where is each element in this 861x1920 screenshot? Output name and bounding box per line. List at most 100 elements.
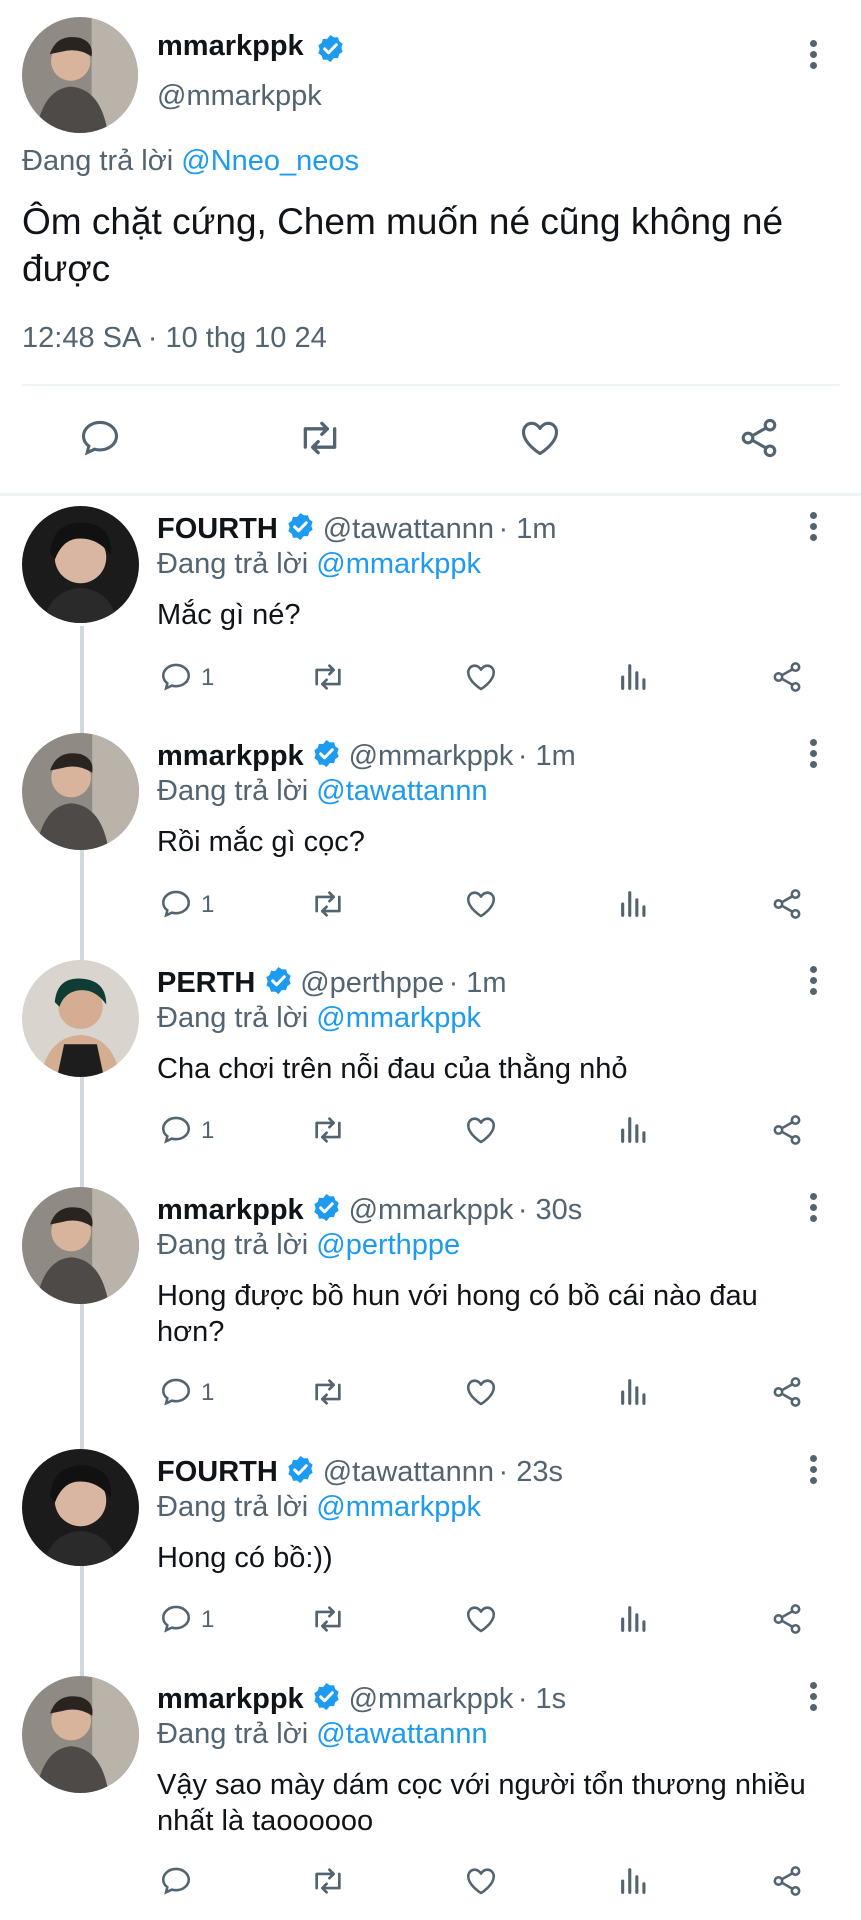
share-icon[interactable] (770, 1864, 804, 1898)
share-icon[interactable] (737, 416, 781, 460)
tweet-timestamp[interactable]: 12:48 SA · 10 thg 10 24 (22, 322, 327, 355)
reply-prefix: Đang trả lời (22, 145, 174, 177)
analytics-icon[interactable] (617, 887, 651, 921)
like-icon[interactable] (464, 887, 498, 921)
author-handle[interactable]: @mmarkppk (157, 80, 322, 113)
author-name[interactable]: PERTH (157, 967, 255, 999)
reply-prefix: Đang trả lời (157, 1718, 309, 1750)
analytics-icon[interactable] (617, 1602, 651, 1636)
avatar[interactable] (22, 960, 139, 1077)
reply-context: Đang trả lời @mmarkppk (157, 1491, 481, 1524)
analytics-icon[interactable] (617, 1375, 651, 1409)
more-options-icon[interactable] (803, 1451, 823, 1491)
reply-to-link[interactable]: @mmarkppk (316, 1002, 481, 1034)
avatar[interactable] (22, 506, 139, 623)
verified-icon (311, 1192, 342, 1228)
reply-context: Đang trả lời @tawattannn (157, 1718, 488, 1751)
more-options-icon[interactable] (803, 508, 823, 548)
verified-icon (311, 1681, 342, 1717)
reply-icon[interactable] (159, 660, 193, 694)
retweet-icon[interactable] (309, 1375, 347, 1409)
author-handle[interactable]: @mmarkppk (349, 1683, 514, 1715)
author-name[interactable]: mmarkppk (157, 1683, 304, 1715)
tweet-text: Cha chơi trên nỗi đau của thằng nhỏ (157, 1053, 628, 1085)
tweet-time[interactable]: · 23s (499, 1456, 563, 1488)
reply-count: 1 (201, 1606, 215, 1633)
author-name[interactable]: mmarkppk (157, 1194, 304, 1226)
reply-to-link[interactable]: @mmarkppk (316, 1491, 481, 1523)
reply-count: 1 (201, 664, 215, 691)
share-icon[interactable] (770, 660, 804, 694)
retweet-icon[interactable] (309, 1864, 347, 1898)
avatar[interactable] (22, 733, 139, 850)
reply-context: Đang trả lời @mmarkppk (157, 1002, 481, 1035)
tweet-text: Ôm chặt cứng, Chem muốn né cũng không né… (22, 201, 784, 289)
like-icon[interactable] (464, 1602, 498, 1636)
author-name[interactable]: mmarkppk (157, 30, 304, 63)
verified-icon (263, 965, 294, 1001)
analytics-icon[interactable] (617, 1864, 651, 1898)
author-name[interactable]: FOURTH (157, 513, 278, 545)
like-icon[interactable] (464, 1113, 498, 1147)
like-icon[interactable] (518, 416, 562, 460)
reply-context: Đang trả lời @tawattannn (157, 775, 488, 808)
reply-to-link[interactable]: @perthppe (316, 1229, 460, 1261)
more-options-icon[interactable] (803, 1678, 823, 1718)
reply-prefix: Đang trả lời (157, 1229, 309, 1261)
reply-count: 1 (201, 891, 215, 918)
more-options-icon[interactable] (803, 735, 823, 775)
share-icon[interactable] (770, 1602, 804, 1636)
share-icon[interactable] (770, 887, 804, 921)
avatar[interactable] (22, 1187, 139, 1304)
reply-icon[interactable] (159, 1375, 193, 1409)
share-icon[interactable] (770, 1375, 804, 1409)
more-options-icon[interactable] (803, 36, 823, 76)
share-icon[interactable] (770, 1113, 804, 1147)
author-handle[interactable]: @mmarkppk (349, 1194, 514, 1226)
reply-to-link[interactable]: @mmarkppk (316, 548, 481, 580)
reply-context: Đang trả lời @Nneo_neos (22, 145, 359, 178)
reply-prefix: Đang trả lời (157, 1491, 309, 1523)
author-handle[interactable]: @mmarkppk (349, 740, 514, 772)
reply-icon[interactable] (159, 1113, 193, 1147)
tweet-time[interactable]: · 30s (518, 1194, 582, 1226)
avatar[interactable] (22, 1676, 139, 1793)
author-handle[interactable]: @perthppe (300, 967, 444, 999)
author-handle[interactable]: @tawattannn (323, 513, 494, 545)
avatar[interactable] (22, 17, 138, 133)
analytics-icon[interactable] (617, 1113, 651, 1147)
reply-count: 1 (201, 1117, 215, 1144)
more-options-icon[interactable] (803, 1189, 823, 1229)
avatar[interactable] (22, 1449, 139, 1566)
tweet-time[interactable]: · 1m (449, 967, 507, 999)
author-handle[interactable]: @tawattannn (323, 1456, 494, 1488)
reply-context: Đang trả lời @perthppe (157, 1229, 460, 1262)
author-name[interactable]: FOURTH (157, 1456, 278, 1488)
reply-to-link[interactable]: @Nneo_neos (181, 145, 359, 177)
retweet-icon[interactable] (309, 660, 347, 694)
analytics-icon[interactable] (617, 660, 651, 694)
tweet-text: Hong được bồ hun với hong có bồ cái nào … (157, 1280, 758, 1348)
tweet-time[interactable]: · 1m (518, 740, 576, 772)
retweet-icon[interactable] (296, 416, 344, 460)
tweet-time[interactable]: · 1m (499, 513, 557, 545)
tweet-text: Hong có bồ:)) (157, 1542, 333, 1574)
retweet-icon[interactable] (309, 1602, 347, 1636)
tweet-time[interactable]: · 1s (518, 1683, 566, 1715)
verified-icon (285, 1454, 316, 1490)
reply-icon[interactable] (159, 1602, 193, 1636)
reply-icon[interactable] (78, 416, 122, 460)
tweet-text: Vậy sao mày dám cọc với người tổn thương… (157, 1769, 806, 1837)
tweet-text: Rồi mắc gì cọc? (157, 826, 365, 858)
more-options-icon[interactable] (803, 962, 823, 1002)
like-icon[interactable] (464, 1864, 498, 1898)
reply-to-link[interactable]: @tawattannn (316, 775, 487, 807)
retweet-icon[interactable] (309, 1113, 347, 1147)
reply-to-link[interactable]: @tawattannn (316, 1718, 487, 1750)
reply-icon[interactable] (159, 1864, 193, 1898)
author-name[interactable]: mmarkppk (157, 740, 304, 772)
like-icon[interactable] (464, 1375, 498, 1409)
retweet-icon[interactable] (309, 887, 347, 921)
reply-icon[interactable] (159, 887, 193, 921)
like-icon[interactable] (464, 660, 498, 694)
